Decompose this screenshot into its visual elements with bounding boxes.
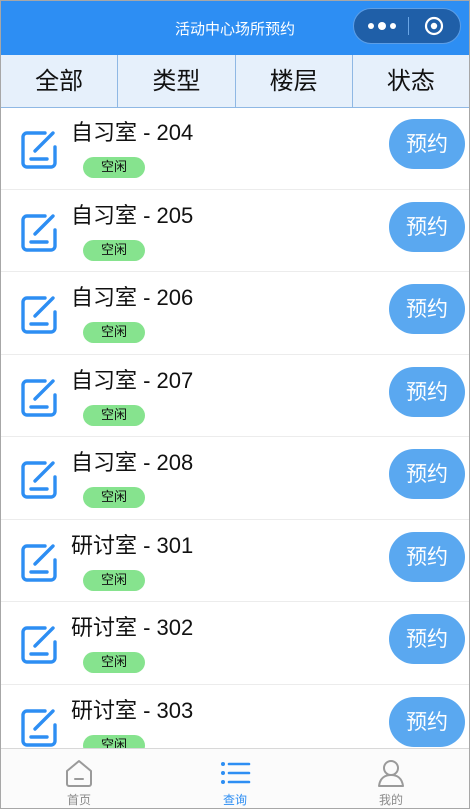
edit-icon bbox=[21, 626, 57, 664]
book-button[interactable]: 预约 bbox=[389, 531, 465, 582]
room-list-item: 自习室 - 206 空闲 预约 bbox=[1, 272, 469, 355]
book-button[interactable]: 预约 bbox=[389, 119, 465, 169]
edit-icon bbox=[21, 461, 57, 499]
edit-icon bbox=[21, 543, 57, 582]
room-name: 自习室 - 205 bbox=[71, 202, 194, 228]
navigation-bar: 活动中心场所预约 bbox=[1, 1, 469, 55]
mini-program-capsule bbox=[353, 8, 461, 44]
edit-icon bbox=[21, 296, 57, 334]
filter-floor-tab[interactable]: 楼层 bbox=[236, 55, 353, 107]
tab-home-label: 首页 bbox=[66, 793, 91, 807]
edit-icon bbox=[21, 378, 57, 417]
list-icon bbox=[221, 762, 251, 784]
status-badge: 空闲 bbox=[83, 652, 145, 673]
book-button[interactable]: 预约 bbox=[389, 449, 465, 499]
room-name: 研讨室 - 302 bbox=[71, 615, 194, 640]
capsule-divider bbox=[408, 17, 409, 35]
room-list[interactable]: 自习室 - 204 空闲 预约 自习室 - 205 空闲 预约 自习室 - 20… bbox=[1, 107, 469, 748]
room-list-item: 研讨室 - 303 空闲 预约 bbox=[1, 685, 469, 748]
filter-status-tab[interactable]: 状态 bbox=[353, 55, 469, 107]
filter-bar: 全部 类型 楼层 状态 bbox=[1, 55, 469, 108]
room-name: 自习室 - 207 bbox=[71, 367, 194, 393]
home-icon bbox=[66, 760, 92, 787]
room-name: 自习室 - 204 bbox=[71, 120, 194, 145]
status-badge: 空闲 bbox=[83, 239, 145, 261]
status-badge: 空闲 bbox=[83, 487, 145, 508]
status-badge: 空闲 bbox=[83, 157, 145, 178]
book-button[interactable]: 预约 bbox=[389, 201, 465, 252]
filter-all-tab[interactable]: 全部 bbox=[1, 55, 119, 107]
user-icon bbox=[378, 760, 404, 787]
room-list-item: 研讨室 - 302 空闲 预约 bbox=[1, 602, 469, 685]
status-badge: 空闲 bbox=[83, 322, 145, 343]
book-button[interactable]: 预约 bbox=[389, 284, 465, 334]
room-name: 研讨室 - 301 bbox=[71, 532, 194, 558]
tab-query-label: 查询 bbox=[222, 793, 247, 807]
phone-screen: 活动中心场所预约 全部 类型 楼层 状态 自习室 - 204 空闲 预约 自习室… bbox=[0, 0, 470, 809]
room-name: 研讨室 - 303 bbox=[71, 697, 194, 723]
room-list-item: 自习室 - 205 空闲 预约 bbox=[1, 190, 469, 272]
tab-query[interactable]: 查询 bbox=[157, 749, 313, 808]
close-program-icon[interactable] bbox=[424, 16, 444, 36]
room-list-item: 研讨室 - 301 空闲 预约 bbox=[1, 520, 469, 602]
status-badge: 空闲 bbox=[83, 569, 145, 591]
room-list-item: 自习室 - 208 空闲 预约 bbox=[1, 437, 469, 520]
room-name: 自习室 - 206 bbox=[71, 285, 194, 310]
room-list-item: 自习室 - 207 空闲 预约 bbox=[1, 355, 469, 437]
room-list-item: 自习室 - 204 空闲 预约 bbox=[1, 107, 469, 190]
status-badge: 空闲 bbox=[83, 404, 145, 426]
tab-profile-label: 我的 bbox=[378, 793, 403, 807]
book-button[interactable]: 预约 bbox=[389, 366, 465, 417]
more-menu-icon[interactable] bbox=[368, 9, 396, 43]
room-name: 自习室 - 208 bbox=[71, 450, 194, 475]
edit-icon bbox=[21, 213, 57, 252]
tab-home[interactable]: 首页 bbox=[1, 749, 157, 808]
bottom-tab-bar: 首页 查询 我的 bbox=[1, 748, 469, 808]
book-button[interactable]: 预约 bbox=[389, 696, 465, 747]
edit-icon bbox=[21, 131, 57, 169]
book-button[interactable]: 预约 bbox=[389, 614, 465, 664]
tab-profile[interactable]: 我的 bbox=[313, 749, 469, 808]
filter-type-tab[interactable]: 类型 bbox=[118, 55, 236, 107]
edit-icon bbox=[21, 708, 57, 747]
status-badge: 空闲 bbox=[83, 734, 145, 748]
